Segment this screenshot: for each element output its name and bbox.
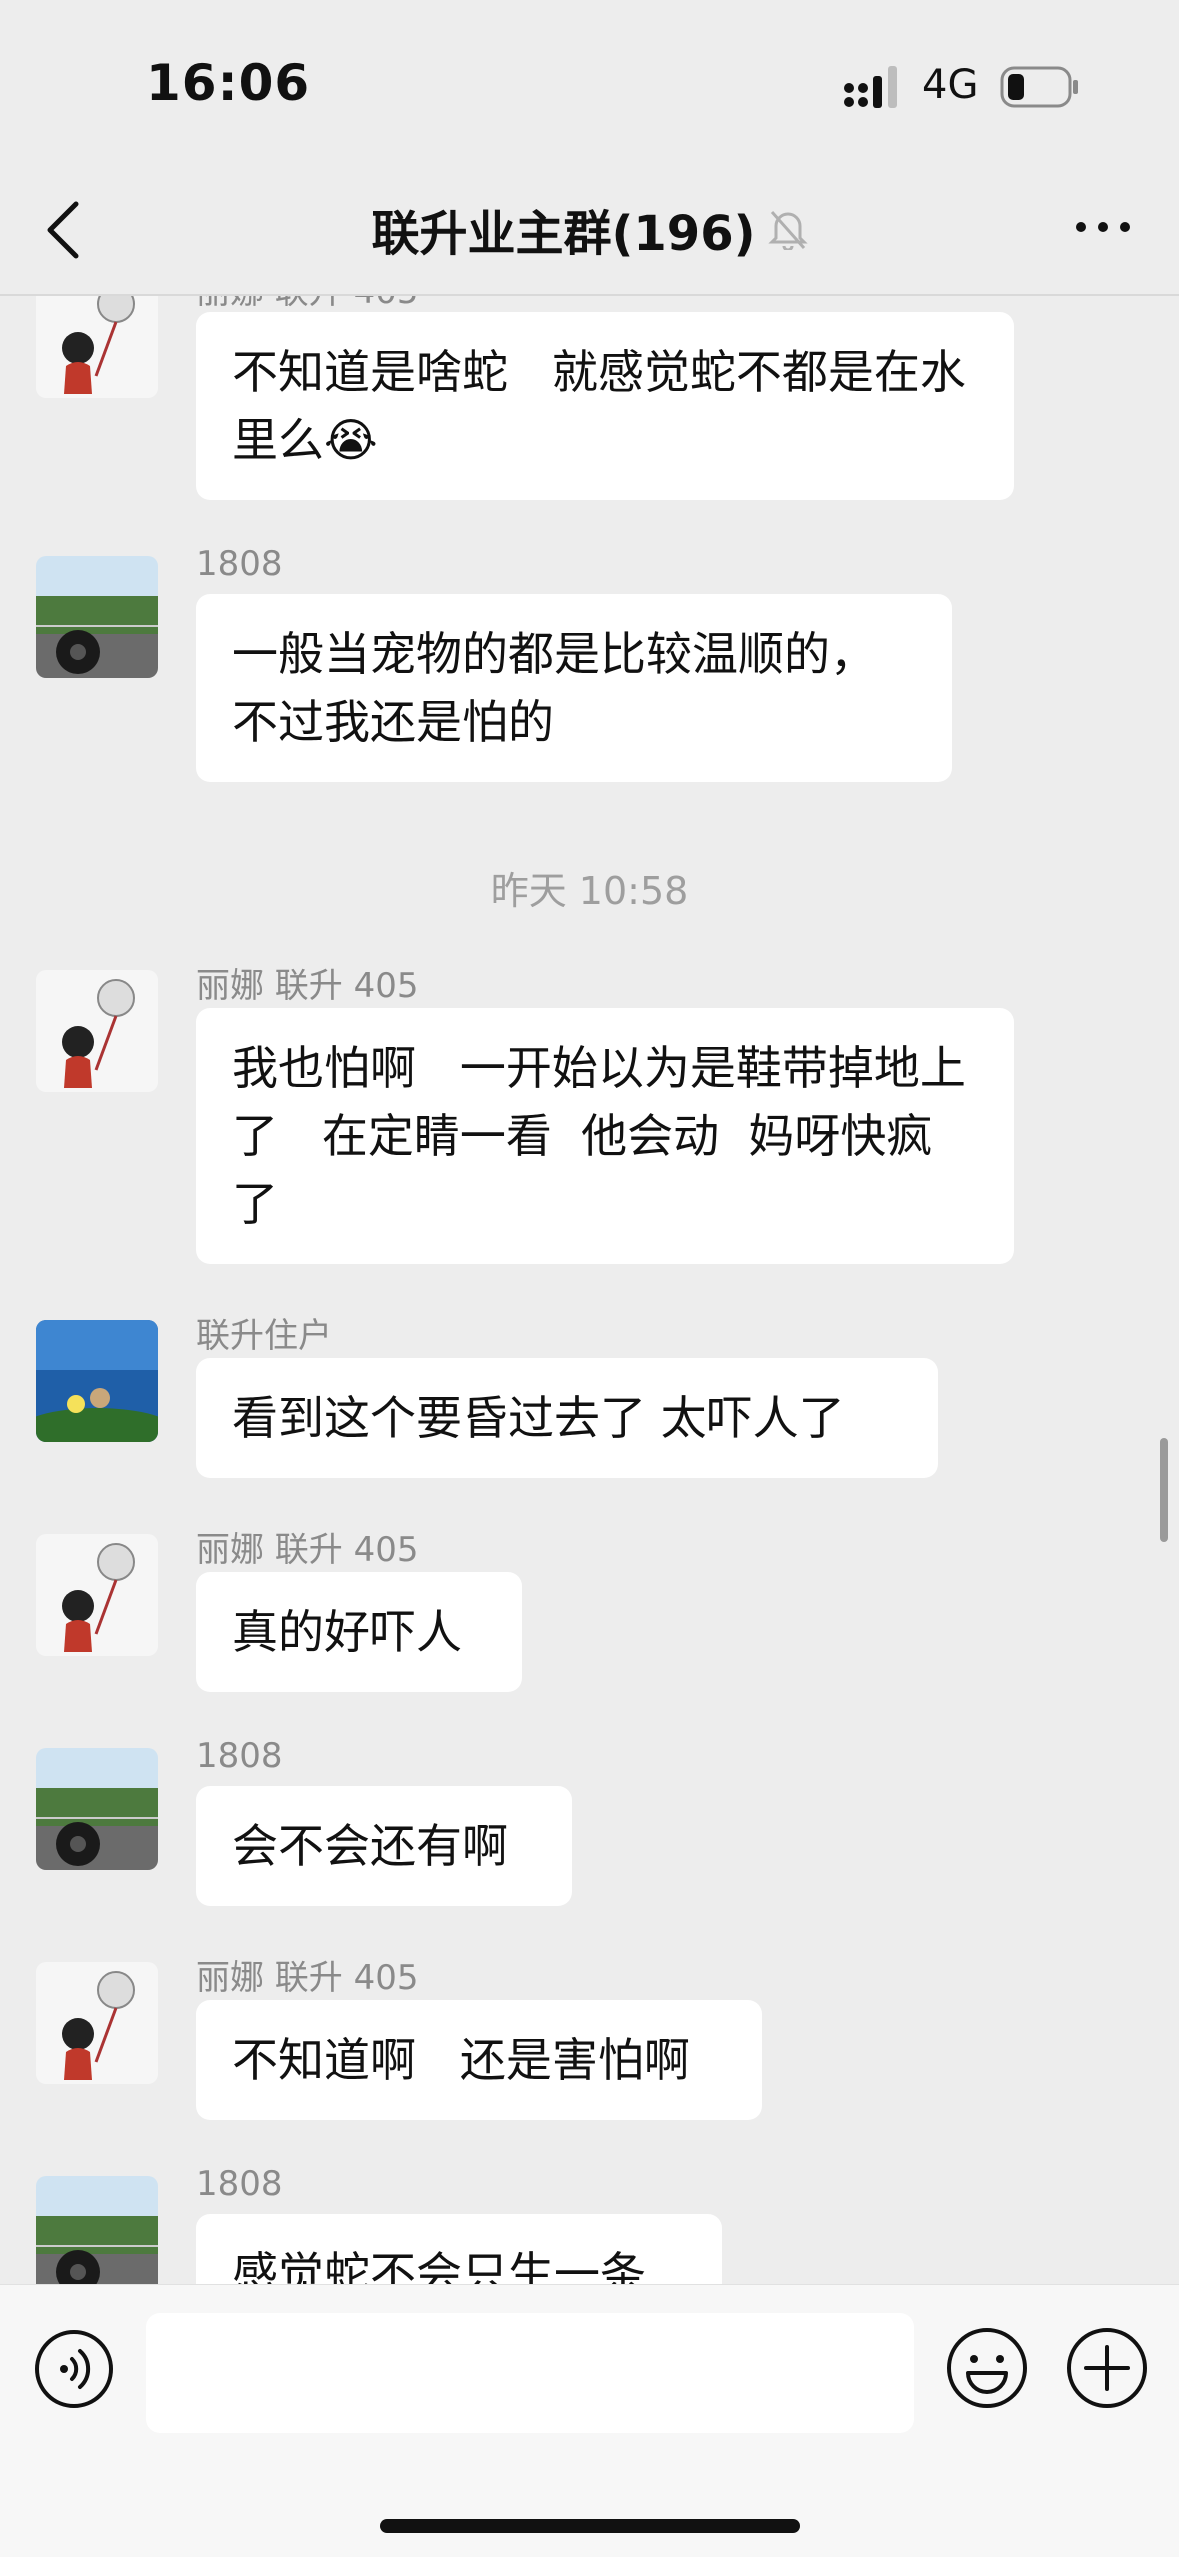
more-options-icon[interactable]	[1073, 212, 1133, 242]
avatar-girl-sketch[interactable]	[36, 1534, 158, 1656]
avatar-girl-sketch[interactable]	[36, 970, 158, 1092]
sender-name: 1808	[196, 2164, 283, 2204]
message-bubble[interactable]: 会不会还有啊	[196, 1786, 572, 1906]
home-indicator[interactable]	[380, 2519, 800, 2533]
sender-name: 联升住户	[196, 1316, 332, 1356]
plus-icon[interactable]	[1066, 2327, 1148, 2409]
sender-name: 丽娜 联升 405	[196, 966, 419, 1006]
scrollbar-thumb[interactable]	[1160, 1438, 1168, 1542]
avatar-girl-sketch[interactable]	[36, 294, 158, 398]
message-bubble[interactable]: 看到这个要昏过去了 太吓人了	[196, 1358, 938, 1478]
status-time: 16:06	[146, 54, 311, 112]
network-type: 4G	[922, 62, 979, 108]
message-bubble[interactable]: 不知道啊 还是害怕啊	[196, 2000, 762, 2120]
status-bar: 16:06 4G	[0, 0, 1179, 150]
sender-name: 1808	[196, 1736, 283, 1776]
avatar-landscape[interactable]	[36, 556, 158, 678]
mute-bell-icon	[767, 211, 808, 250]
voice-input-icon[interactable]	[34, 2329, 114, 2409]
group-title-container[interactable]: 联升业主群(196)	[0, 194, 1179, 264]
timestamp-divider: 昨天 10:58	[490, 869, 689, 913]
emoji-icon[interactable]	[946, 2327, 1028, 2409]
message-bubble[interactable]: 我也怕啊 一开始以为是鞋带掉地上了 在定睛一看 他会动 妈呀快疯了	[196, 1008, 1014, 1264]
sender-name: 1808	[196, 544, 283, 584]
input-bar	[0, 2284, 1179, 2557]
message-bubble[interactable]: 真的好吓人	[196, 1572, 522, 1692]
avatar-landscape[interactable]	[36, 1748, 158, 1870]
cellular-signal-icon	[844, 66, 897, 108]
message-input[interactable]	[146, 2313, 914, 2433]
avatar-girl-sketch[interactable]	[36, 1962, 158, 2084]
sender-name: 丽娜 联升 405	[196, 294, 419, 313]
group-title: 联升业主群(196)	[371, 206, 756, 262]
message-bubble[interactable]: 一般当宠物的都是比较温顺的，不过我还是怕的	[196, 594, 952, 782]
sender-name: 丽娜 联升 405	[196, 1958, 419, 1998]
message-list[interactable]: 丽娜 联升 405 不知道是啥蛇 就感觉蛇不都是在水里么😭 1808	[0, 294, 1179, 2284]
sender-name: 丽娜 联升 405	[196, 1530, 419, 1570]
avatar-landscape[interactable]	[36, 2176, 158, 2284]
battery-icon	[1000, 66, 1078, 108]
chat-header: 联升业主群(196)	[0, 150, 1179, 296]
message-bubble[interactable]: 感觉蛇不会只生一条	[196, 2214, 722, 2284]
message-bubble[interactable]: 不知道是啥蛇 就感觉蛇不都是在水里么😭	[196, 312, 1014, 500]
avatar-night-sky[interactable]	[36, 1320, 158, 1442]
